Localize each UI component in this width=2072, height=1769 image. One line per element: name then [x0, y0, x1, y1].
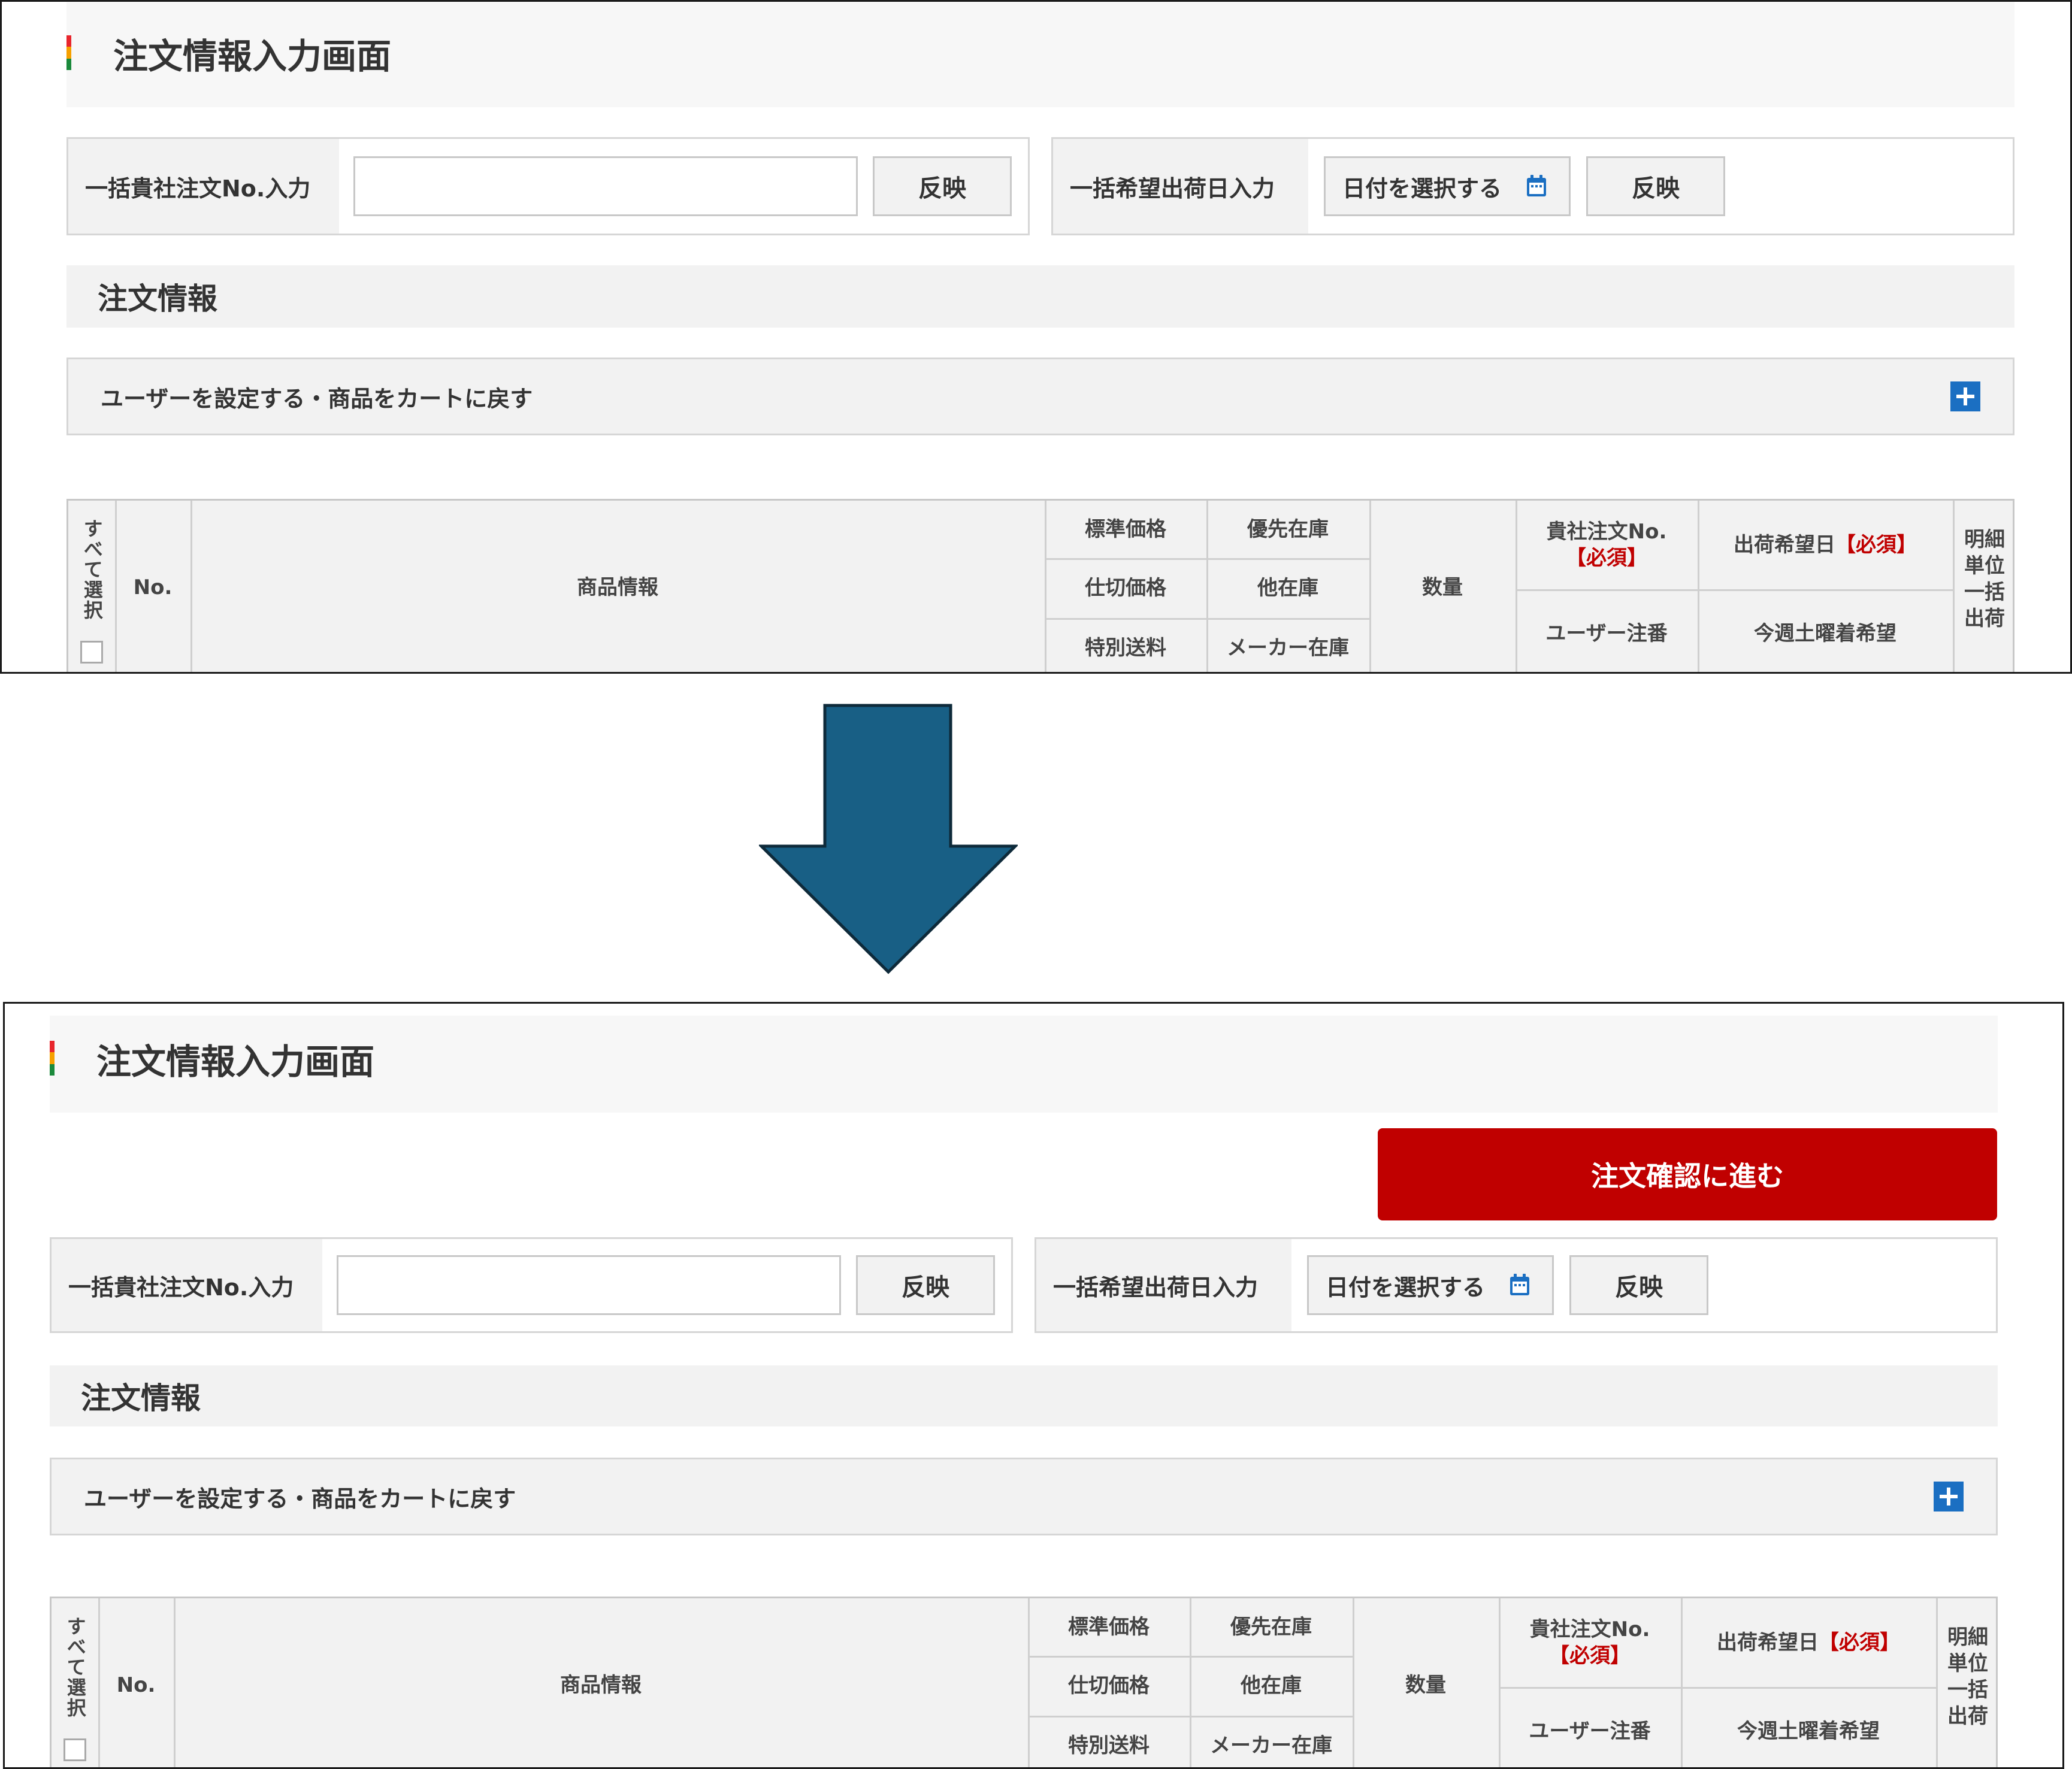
expand-plus-icon[interactable]	[1950, 381, 1980, 411]
col-no: No.	[133, 575, 173, 599]
proceed-to-order-confirmation-button[interactable]: 注文確認に進む	[1378, 1128, 1997, 1220]
col-order-no: 貴社注文No. 【必須】	[1499, 1598, 1681, 1687]
col-user-order-no: ユーザー注番	[1529, 1719, 1651, 1743]
bulk-ship-date-apply-button[interactable]: 反映	[1569, 1255, 1708, 1315]
date-select-button[interactable]: 日付を選択する	[1307, 1255, 1554, 1315]
detail-unit-line-3: 一括	[1947, 1678, 1988, 1702]
col-ship-date: 出荷希望日 【必須】	[1681, 1598, 1936, 1687]
calendar-icon	[1527, 175, 1546, 196]
section-title-order-info: 注文情報	[66, 265, 2014, 328]
bulk-ship-date-box: 一括希望出荷日入力 日付を選択する 反映	[1051, 137, 2014, 235]
user-settings-accordion[interactable]: ユーザーを設定する・商品をカートに戻す	[50, 1458, 1998, 1535]
col-quantity: 数量	[1405, 1673, 1446, 1697]
col-quantity: 数量	[1422, 575, 1463, 599]
bulk-order-no-label: 一括貴社注文No.入力	[52, 1239, 322, 1331]
detail-unit-line-3: 一括	[1964, 580, 2005, 604]
select-all-checkbox[interactable]	[63, 1738, 86, 1761]
calendar-icon	[1510, 1274, 1529, 1295]
ship-date-label: 出荷希望日	[1734, 532, 1835, 557]
order-no-label: 貴社注文No.	[1546, 519, 1667, 544]
order-no-required: 【必須】	[1566, 546, 1647, 570]
user-settings-accordion[interactable]: ユーザーを設定する・商品をカートに戻す	[66, 358, 2014, 435]
detail-unit-line-1: 明細	[1964, 527, 2005, 552]
before-screenshot: 注文情報入力画面 一括貴社注文No.入力 反映 一括希望出荷日入力 日付を選択す…	[0, 0, 2072, 674]
detail-unit-line-1: 明細	[1947, 1625, 1988, 1649]
after-screenshot: 注文情報入力画面 注文確認に進む 一括貴社注文No.入力 反映 一括希望出荷日入…	[3, 1002, 2064, 1769]
detail-unit-line-4: 出荷	[1947, 1704, 1988, 1729]
page-title-bar: 注文情報入力画面	[66, 2, 2014, 107]
detail-unit-line-2: 単位	[1947, 1651, 1988, 1676]
ship-date-required: 【必須】	[1819, 1630, 1900, 1655]
col-priority-stock: 優先在庫	[1230, 1614, 1312, 1639]
select-all-checkbox[interactable]	[80, 641, 103, 664]
bulk-order-no-label: 一括貴社注文No.入力	[68, 139, 339, 234]
bulk-order-no-box: 一括貴社注文No.入力 反映	[50, 1237, 1013, 1333]
section-title-order-info: 注文情報	[50, 1365, 1998, 1426]
col-detail-unit: 明細 単位 一括 出荷	[1936, 1608, 1996, 1746]
col-detail-unit: 明細 単位 一括 出荷	[1953, 510, 2013, 648]
col-wholesale-price: 仕切価格	[1085, 575, 1166, 600]
bulk-ship-date-apply-button[interactable]: 反映	[1586, 156, 1725, 216]
date-select-button[interactable]: 日付を選択する	[1324, 156, 1571, 216]
order-table-header: すべて選択 No. 商品情報 標準価格 仕切価格 特別送料 優先在庫 他在庫 メ…	[66, 499, 2014, 672]
expand-plus-icon[interactable]	[1934, 1482, 1964, 1511]
col-special-shipping: 特別送料	[1068, 1733, 1150, 1758]
col-wholesale-price: 仕切価格	[1068, 1673, 1150, 1698]
bulk-order-no-input[interactable]	[337, 1255, 841, 1315]
date-select-label: 日付を選択する	[1326, 1274, 1486, 1301]
bulk-order-no-input[interactable]	[353, 156, 858, 216]
select-all-label: すべて選択	[63, 1616, 87, 1718]
col-priority-stock: 優先在庫	[1247, 517, 1329, 541]
title-accent-stripe	[50, 1041, 55, 1076]
title-accent-stripe	[66, 35, 71, 70]
bulk-order-no-box: 一括貴社注文No.入力 反映	[66, 137, 1030, 235]
col-no: No.	[116, 1673, 156, 1697]
ship-date-required: 【必須】	[1835, 532, 1917, 557]
order-no-label: 貴社注文No.	[1529, 1617, 1650, 1641]
col-ship-date: 出荷希望日 【必須】	[1698, 501, 1953, 589]
col-standard-price: 標準価格	[1085, 517, 1166, 541]
col-saturday-request: 今週土曜着希望	[1737, 1719, 1880, 1743]
detail-unit-line-2: 単位	[1964, 553, 2005, 578]
col-user-order-no: ユーザー注番	[1545, 621, 1668, 646]
ship-date-label: 出荷希望日	[1717, 1630, 1819, 1655]
down-arrow-icon	[759, 704, 1018, 974]
col-order-no: 貴社注文No. 【必須】	[1516, 501, 1698, 589]
col-standard-price: 標準価格	[1068, 1614, 1150, 1639]
col-maker-stock: メーカー在庫	[1227, 635, 1349, 660]
col-product-info: 商品情報	[560, 1673, 642, 1697]
bulk-ship-date-label: 一括希望出荷日入力	[1036, 1239, 1291, 1331]
detail-unit-line-4: 出荷	[1964, 607, 2005, 631]
order-no-required: 【必須】	[1549, 1644, 1631, 1668]
bulk-order-no-apply-button[interactable]: 反映	[873, 156, 1012, 216]
date-select-label: 日付を選択する	[1342, 175, 1502, 202]
page-title: 注文情報入力画面	[96, 1041, 375, 1082]
bulk-ship-date-label: 一括希望出荷日入力	[1053, 139, 1308, 234]
col-special-shipping: 特別送料	[1085, 635, 1166, 660]
col-product-info: 商品情報	[577, 575, 658, 599]
accordion-label: ユーザーを設定する・商品をカートに戻す	[84, 1485, 516, 1512]
select-all-label: すべて選択	[80, 519, 104, 620]
bulk-order-no-apply-button[interactable]: 反映	[856, 1255, 995, 1315]
col-maker-stock: メーカー在庫	[1210, 1733, 1332, 1758]
col-other-stock: 他在庫	[1241, 1673, 1302, 1698]
accordion-label: ユーザーを設定する・商品をカートに戻す	[101, 385, 533, 412]
page-title: 注文情報入力画面	[113, 36, 392, 77]
col-saturday-request: 今週土曜着希望	[1754, 621, 1896, 646]
page-title-bar: 注文情報入力画面	[50, 1016, 1998, 1113]
bulk-ship-date-box: 一括希望出荷日入力 日付を選択する 反映	[1035, 1237, 1998, 1333]
order-table-header: すべて選択 No. 商品情報 標準価格 仕切価格 特別送料 優先在庫 他在庫 メ…	[50, 1597, 1998, 1767]
col-other-stock: 他在庫	[1257, 575, 1318, 600]
